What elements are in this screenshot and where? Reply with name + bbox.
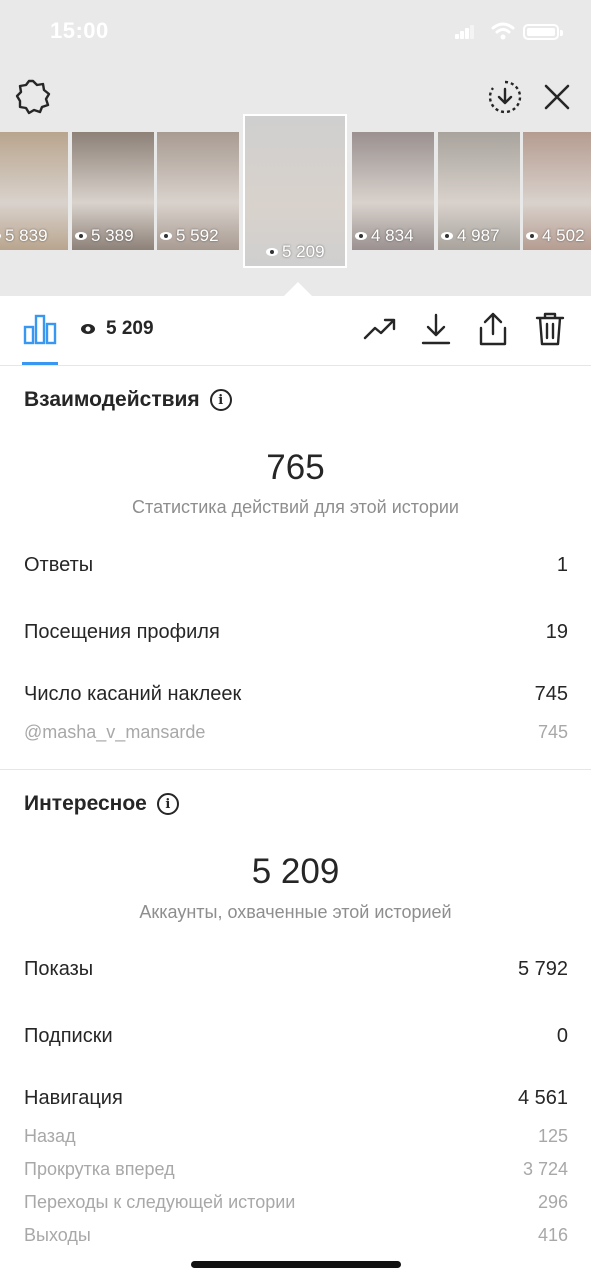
story-thumbnail[interactable]: 4 987	[438, 132, 520, 250]
nav-label: Выходы	[24, 1225, 91, 1245]
eye-icon	[441, 232, 453, 240]
nav-value: 296	[537, 1192, 568, 1212]
trending-icon[interactable]	[362, 311, 398, 347]
stat-row: Навигация 4 561	[24, 1087, 568, 1110]
nav-value: 125	[537, 1126, 568, 1146]
stat-value: 4 561	[517, 1087, 568, 1109]
discovery-total: 5 209	[251, 852, 340, 891]
interactions-title-text: Взаимодействия	[24, 388, 200, 411]
nav-label: Прокрутка вперед	[24, 1159, 175, 1179]
eye-icon	[526, 232, 538, 240]
nav-label: Назад	[24, 1126, 76, 1146]
info-icon[interactable]: i	[209, 389, 232, 411]
nav-label: Переходы к следующей истории	[24, 1192, 296, 1212]
nav-row: Назад 125	[24, 1126, 568, 1147]
stat-label: Подписки	[24, 1025, 113, 1047]
stat-value: 19	[545, 621, 568, 643]
section-divider	[0, 769, 591, 770]
stat-row: Число касаний наклеек 745	[24, 683, 568, 706]
stat-label: Число касаний наклеек	[24, 683, 242, 705]
stat-label: Посещения профиля	[24, 621, 220, 643]
story-thumbnails-strip[interactable]: 5 839 5 389 5 592 5 209 4 834 4 987 4 50…	[0, 114, 591, 270]
stat-value: 1	[556, 554, 568, 576]
stat-value: 0	[556, 1025, 568, 1047]
home-indicator[interactable]	[191, 1261, 401, 1268]
stat-row: Показы 5 792	[24, 958, 568, 981]
interactions-title: Взаимодействия i	[24, 388, 232, 412]
selected-story-pointer	[284, 282, 312, 296]
thumbnail-views: 4 502	[525, 226, 585, 246]
story-thumbnail[interactable]: 4 502	[523, 132, 591, 250]
insights-toolbar: 5 209	[0, 296, 591, 366]
status-time: 15:00	[50, 18, 109, 43]
discovery-title-text: Интересное	[24, 792, 147, 815]
story-thumbnail-selected[interactable]: 5 209	[243, 114, 347, 268]
nav-row: Выходы 416	[24, 1225, 568, 1246]
interactions-caption: Статистика действий для этой истории	[132, 497, 459, 517]
stat-row: Посещения профиля 19	[24, 621, 568, 644]
download-icon[interactable]	[418, 311, 454, 347]
stat-label: Показы	[24, 958, 94, 980]
stat-row: Подписки 0	[24, 1025, 568, 1048]
stat-value: 745	[534, 683, 568, 705]
total-views-value: 5 209	[106, 318, 154, 339]
discovery-caption: Аккаунты, охваченные этой историей	[139, 902, 452, 922]
bar-chart-icon[interactable]	[22, 311, 58, 347]
battery-icon	[523, 24, 563, 40]
thumbnail-views: 4 987	[440, 226, 500, 246]
sticker-row[interactable]: @masha_v_mansarde 745	[24, 722, 568, 743]
info-icon[interactable]: i	[156, 793, 179, 815]
nav-value: 416	[537, 1225, 568, 1245]
nav-value: 3 724	[522, 1159, 568, 1179]
stat-row: Ответы 1	[24, 554, 568, 577]
thumbnail-views: 5 592	[159, 226, 219, 246]
eye-icon	[81, 324, 95, 334]
sticker-value: 745	[537, 722, 568, 742]
stat-value: 5 792	[517, 958, 568, 980]
sticker-label: @masha_v_mansarde	[24, 722, 206, 742]
eye-icon	[75, 232, 87, 240]
thumbnail-views: 5 209	[265, 242, 325, 262]
nav-row: Переходы к следующей истории 296	[24, 1192, 568, 1213]
interactions-total: 765	[266, 448, 325, 487]
eye-icon	[0, 233, 1, 239]
trash-icon[interactable]	[532, 311, 568, 347]
settings-gear-icon[interactable]	[14, 78, 52, 116]
discovery-title: Интересное i	[24, 792, 179, 816]
stat-label: Навигация	[24, 1087, 123, 1109]
cellular-signal-icon	[455, 25, 475, 39]
status-bar: 15:00	[0, 0, 591, 60]
eye-icon	[266, 248, 278, 256]
story-thumbnail[interactable]: 5 592	[157, 132, 239, 250]
wifi-icon	[491, 22, 515, 40]
thumbnail-views: 5 389	[74, 226, 134, 246]
nav-row: Прокрутка вперед 3 724	[24, 1159, 568, 1180]
story-thumbnail[interactable]: 5 839	[0, 132, 68, 250]
story-thumbnail[interactable]: 5 389	[72, 132, 154, 250]
thumbnail-views: 5 839	[0, 226, 48, 246]
close-icon[interactable]	[538, 78, 576, 116]
total-views: 5 209	[80, 318, 154, 340]
eye-icon	[160, 232, 172, 240]
share-icon[interactable]	[475, 311, 511, 347]
stat-label: Ответы	[24, 554, 94, 576]
download-circle-icon[interactable]	[486, 78, 524, 116]
active-tab-indicator	[22, 362, 58, 365]
thumbnail-views: 4 834	[354, 226, 414, 246]
story-thumbnail[interactable]: 4 834	[352, 132, 434, 250]
eye-icon	[355, 232, 367, 240]
